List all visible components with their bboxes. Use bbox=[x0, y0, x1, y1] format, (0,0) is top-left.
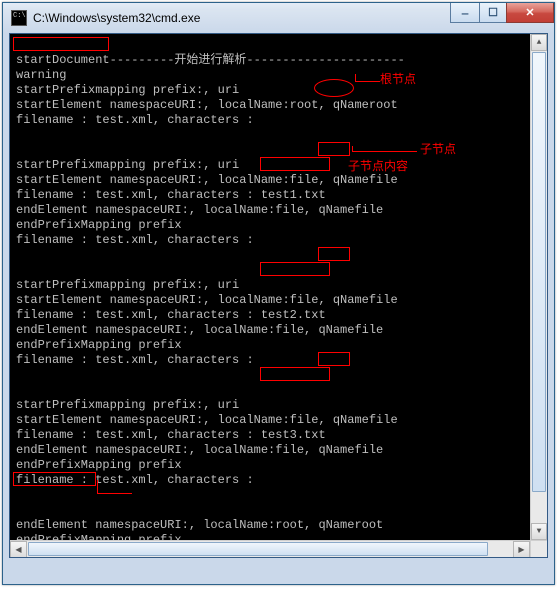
line: startElement namespaceURI:, localName:ro… bbox=[16, 98, 398, 112]
annotation-box-test2 bbox=[260, 262, 330, 276]
line bbox=[16, 128, 541, 143]
line: startElement namespaceURI:, localName:fi… bbox=[16, 173, 398, 187]
window-frame: C:\Windows\system32\cmd.exe startDocumen… bbox=[2, 2, 555, 585]
annotation-box-file3 bbox=[318, 352, 350, 366]
line: startElement namespaceURI:, localName:fi… bbox=[16, 293, 398, 307]
maximize-button[interactable] bbox=[479, 3, 507, 23]
line: endElement namespaceURI:, localName:file… bbox=[16, 443, 383, 457]
horizontal-scroll-thumb[interactable] bbox=[28, 542, 488, 556]
line: startPrefixmapping prefix:, uri bbox=[16, 278, 239, 292]
line bbox=[16, 368, 541, 383]
scroll-down-icon[interactable]: ▼ bbox=[531, 523, 547, 540]
horizontal-scrollbar[interactable]: ◀ ▶ bbox=[10, 540, 530, 557]
annotation-ellipse-root bbox=[314, 79, 354, 97]
console-output[interactable]: startDocument---------开始进行解析------------… bbox=[10, 34, 547, 558]
line: filename : test.xml, characters : bbox=[16, 353, 254, 367]
console-client: startDocument---------开始进行解析------------… bbox=[9, 33, 548, 558]
line: endPrefixMapping prefix bbox=[16, 458, 182, 472]
line: endElement namespaceURI:, localName:file… bbox=[16, 323, 383, 337]
line: startDocument---------开始进行解析------------… bbox=[16, 53, 405, 67]
minimize-button[interactable] bbox=[450, 3, 480, 23]
annotation-box-startdocument bbox=[13, 37, 109, 51]
line: startPrefixmapping prefix:, uri bbox=[16, 83, 239, 97]
annotation-label-rootnode: 根节点 bbox=[380, 72, 416, 87]
annotation-box-file1 bbox=[318, 142, 350, 156]
line: startPrefixmapping prefix:, uri bbox=[16, 158, 239, 172]
annotation-box-test1 bbox=[260, 157, 330, 171]
line: filename : test.xml, characters : test2.… bbox=[16, 308, 326, 322]
annotation-arrow-child bbox=[352, 146, 417, 152]
annotation-label-childnode: 子节点 bbox=[420, 142, 456, 157]
annotation-label-childcontent: 子节点内容 bbox=[348, 159, 408, 174]
cmd-icon bbox=[11, 10, 27, 26]
titlebar[interactable]: C:\Windows\system32\cmd.exe bbox=[3, 3, 554, 33]
line bbox=[16, 248, 541, 263]
close-button[interactable] bbox=[506, 3, 554, 23]
line: filename : test.xml, characters : test1.… bbox=[16, 188, 326, 202]
line: filename : test.xml, characters : test3.… bbox=[16, 428, 326, 442]
annotation-arrow-root bbox=[355, 74, 380, 82]
scroll-up-icon[interactable]: ▲ bbox=[531, 34, 547, 51]
vertical-scroll-thumb[interactable] bbox=[532, 52, 546, 492]
line: endPrefixMapping prefix bbox=[16, 338, 182, 352]
scroll-right-icon[interactable]: ▶ bbox=[513, 541, 530, 558]
scrollbar-corner bbox=[530, 540, 547, 557]
line: endElement namespaceURI:, localName:root… bbox=[16, 518, 383, 532]
line: endPrefixMapping prefix bbox=[16, 218, 182, 232]
window-buttons bbox=[451, 3, 554, 23]
line: filename : test.xml, characters : bbox=[16, 233, 254, 247]
line: filename : test.xml, characters : bbox=[16, 473, 254, 487]
line: warning bbox=[16, 68, 66, 82]
line: endElement namespaceURI:, localName:file… bbox=[16, 203, 383, 217]
line: startElement namespaceURI:, localName:fi… bbox=[16, 413, 398, 427]
line bbox=[16, 488, 541, 503]
scroll-left-icon[interactable]: ◀ bbox=[10, 541, 27, 558]
vertical-scrollbar[interactable]: ▲ ▼ bbox=[530, 34, 547, 540]
line: startPrefixmapping prefix:, uri bbox=[16, 398, 239, 412]
line: filename : test.xml, characters : bbox=[16, 113, 254, 127]
